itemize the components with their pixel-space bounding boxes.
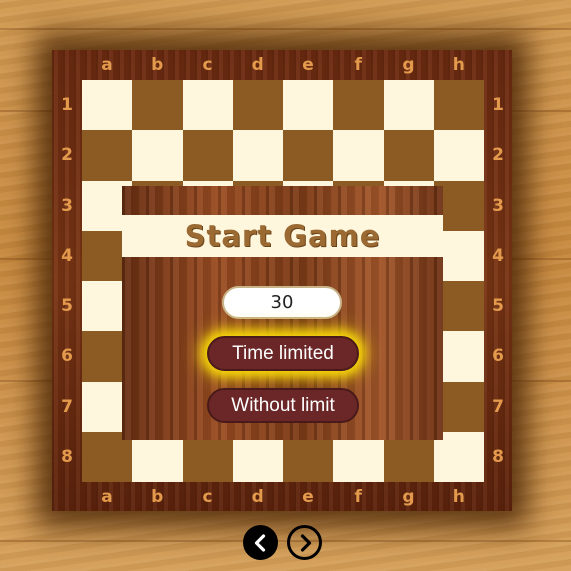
file-label-bottom: d xyxy=(251,487,264,507)
file-label-bottom: b xyxy=(151,487,164,507)
board-square-h2[interactable] xyxy=(433,130,484,181)
rank-label-right: 6 xyxy=(492,346,504,367)
board-square-c2[interactable] xyxy=(182,130,233,181)
start-game-dialog: Start Game Time limited Without limit xyxy=(122,186,443,440)
board-square-b1[interactable] xyxy=(132,80,183,131)
rank-label-right: 8 xyxy=(492,446,504,467)
board-square-d2[interactable] xyxy=(232,130,283,181)
rank-label-right: 7 xyxy=(492,396,504,417)
file-label-top: b xyxy=(151,55,164,75)
rank-label-left: 5 xyxy=(61,296,73,316)
rank-label-right: 5 xyxy=(492,296,504,316)
table-plank-line xyxy=(0,28,571,30)
file-label-bottom: g xyxy=(402,487,415,507)
board-square-f2[interactable] xyxy=(333,130,384,181)
chevron-right-icon xyxy=(300,533,311,552)
chevron-left-icon xyxy=(254,533,265,552)
rank-label-left: 8 xyxy=(61,446,73,467)
time-limit-input[interactable] xyxy=(222,286,342,319)
board-square-a2[interactable] xyxy=(82,130,133,181)
board-square-g1[interactable] xyxy=(383,80,434,131)
file-label-bottom: e xyxy=(302,487,314,507)
file-label-top: g xyxy=(402,55,415,75)
file-label-top: e xyxy=(302,55,314,75)
board-square-e2[interactable] xyxy=(283,130,334,181)
time-limited-button[interactable]: Time limited xyxy=(207,336,359,371)
file-label-bottom: c xyxy=(202,487,213,507)
rank-label-right: 3 xyxy=(492,195,504,216)
rank-label-left: 4 xyxy=(61,245,73,266)
rank-label-left: 1 xyxy=(61,95,73,115)
file-label-bottom: h xyxy=(452,487,465,507)
board-square-b2[interactable] xyxy=(132,130,183,181)
next-button[interactable] xyxy=(287,525,322,560)
board-square-c1[interactable] xyxy=(182,80,233,131)
board-square-a1[interactable] xyxy=(82,80,133,131)
file-label-top: f xyxy=(354,55,362,75)
file-label-bottom: a xyxy=(101,487,113,507)
rank-label-left: 3 xyxy=(61,195,73,216)
dialog-title: Start Game xyxy=(122,215,443,257)
table-plank-line xyxy=(0,540,571,542)
board-square-f1[interactable] xyxy=(333,80,384,131)
without-limit-button[interactable]: Without limit xyxy=(207,388,359,423)
board-square-g2[interactable] xyxy=(383,130,434,181)
rank-label-right: 2 xyxy=(492,145,504,166)
file-label-bottom: f xyxy=(354,487,362,507)
file-label-top: c xyxy=(202,55,213,75)
file-label-top: d xyxy=(251,55,264,75)
rank-label-left: 6 xyxy=(61,346,73,367)
file-label-top: a xyxy=(101,55,113,75)
file-label-top: h xyxy=(452,55,465,75)
rank-label-right: 4 xyxy=(492,245,504,266)
rank-label-left: 2 xyxy=(61,145,73,166)
previous-button[interactable] xyxy=(243,525,278,560)
board-square-h1[interactable] xyxy=(433,80,484,131)
rank-label-left: 7 xyxy=(61,396,73,417)
rank-label-right: 1 xyxy=(492,95,504,115)
board-square-d1[interactable] xyxy=(232,80,283,131)
board-square-e1[interactable] xyxy=(283,80,334,131)
